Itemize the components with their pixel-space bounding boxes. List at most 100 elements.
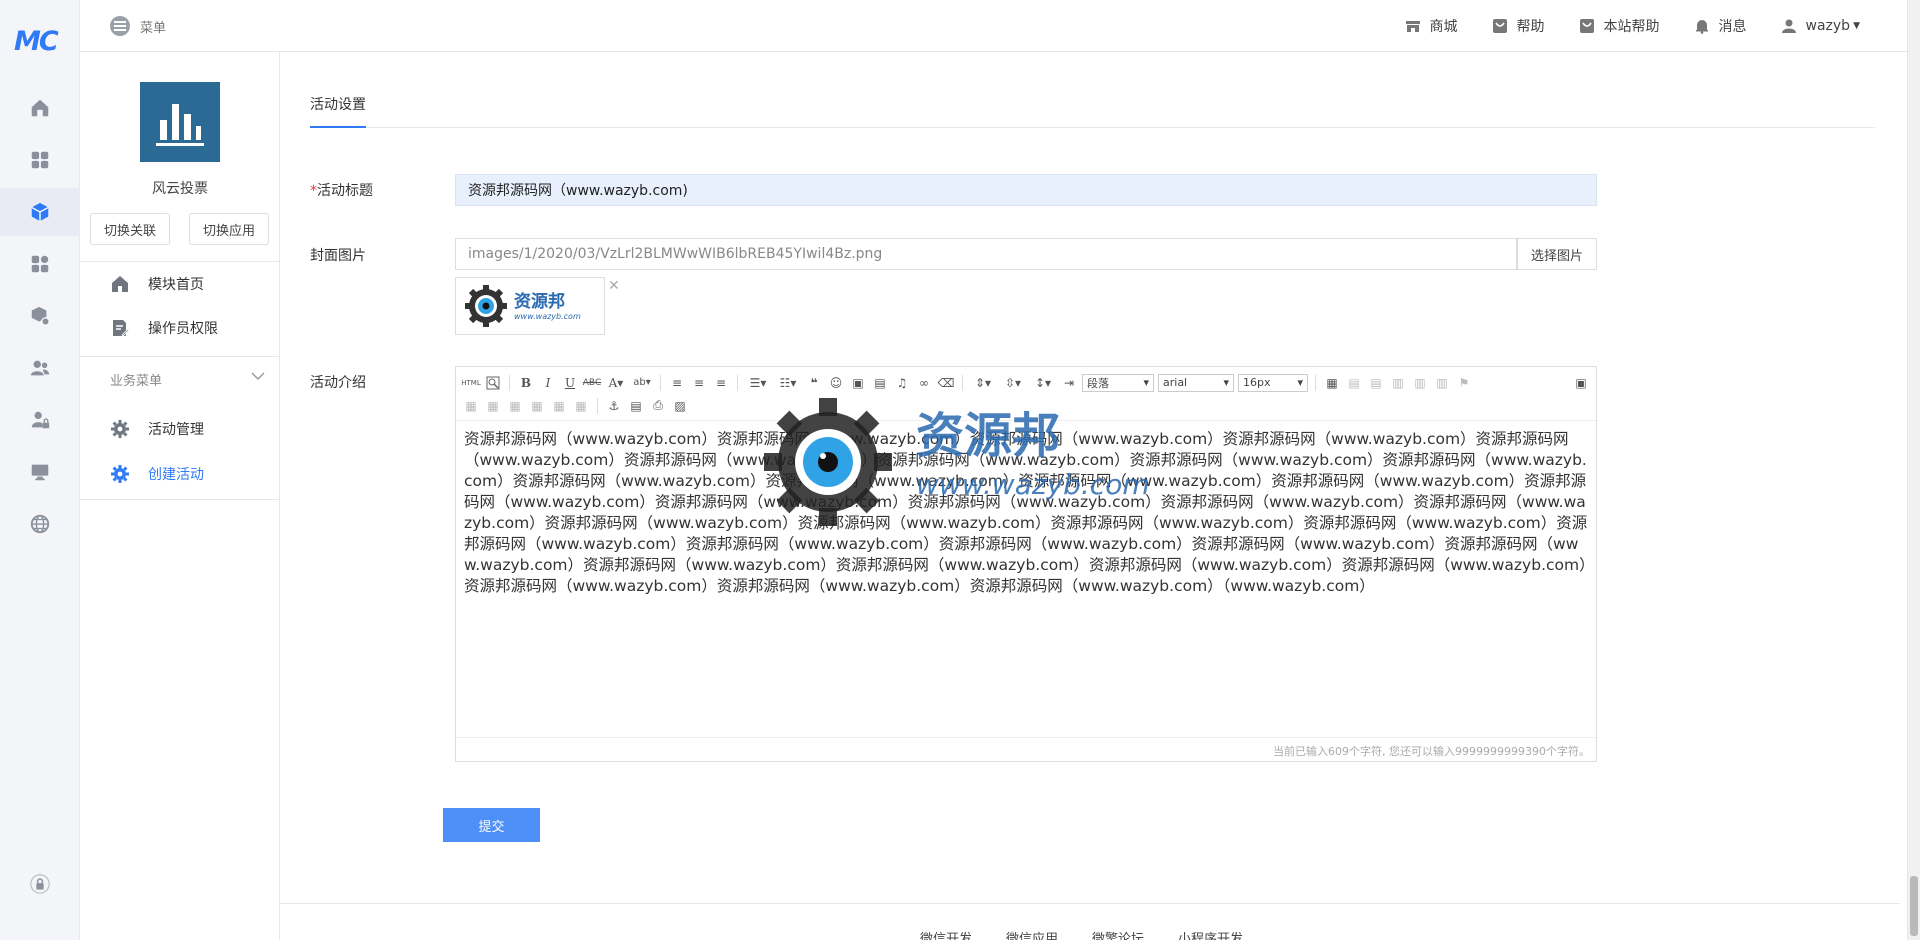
activity-title-input[interactable]: 资源邦源码网（www.wazyb.com) xyxy=(455,174,1597,206)
source-html-icon[interactable]: HTML xyxy=(461,374,480,392)
module-sidebar: 风云投票 切换关联 切换应用 模块首页 操作员权限 业务菜单 活动管理 创建活动 xyxy=(80,52,280,940)
rail-plugin-icon[interactable] xyxy=(0,240,80,288)
split-cells-icon[interactable]: ▦ xyxy=(528,397,546,415)
rich-text-editor[interactable]: HTML B I U ABC A▾ ab▾ ≡ ≡ ≡ ☰▾ ☷▾ ❝ ☺ ▣ … xyxy=(455,366,1597,762)
emoji-icon[interactable]: ☺ xyxy=(827,374,845,392)
split-rows-icon[interactable]: ▦ xyxy=(550,397,568,415)
page-scrollbar[interactable] xyxy=(1907,0,1920,940)
merge-right-icon[interactable]: ▦ xyxy=(484,397,502,415)
rail-users-icon[interactable] xyxy=(0,344,80,392)
menu-toggle[interactable]: 菜单 xyxy=(110,16,166,36)
rail-package-icon[interactable] xyxy=(0,292,80,340)
indent-icon[interactable]: ⇥ xyxy=(1060,374,1078,392)
cover-thumbnail[interactable]: 资源邦 www.wazyb.com xyxy=(455,277,605,335)
submit-button[interactable]: 提交 xyxy=(443,808,540,842)
insert-row-below-icon[interactable]: ▤ xyxy=(1367,374,1385,392)
tab-bar: 活动设置 xyxy=(310,90,1875,128)
cover-label: 封面图片 xyxy=(310,248,366,264)
italic-icon[interactable]: I xyxy=(539,374,557,392)
rail-user-lock-icon[interactable] xyxy=(0,396,80,444)
merge-cells-icon[interactable]: ▦ xyxy=(462,397,480,415)
cover-image-path-input[interactable]: images/1/2020/03/VzLrl2BLMWwWIB6lbREB45Y… xyxy=(455,238,1517,270)
thumb-brand-text: 资源邦 xyxy=(514,291,565,312)
sidebar-item-operator-permissions[interactable]: 操作员权限 xyxy=(80,306,280,350)
footer-link-miniprogram[interactable]: 小程序开发 xyxy=(1178,928,1243,940)
caret-down-icon: ▾ xyxy=(1143,376,1149,389)
page-break-icon[interactable]: ▤ xyxy=(627,397,645,415)
merge-icon[interactable]: ⚑ xyxy=(1455,374,1473,392)
help-link[interactable]: 帮助 xyxy=(1492,16,1545,36)
messages-link[interactable]: 消息 xyxy=(1694,16,1747,36)
editor-content[interactable]: 资源邦源码网（www.wazyb.com）资源邦源码网（www.wazyb.co… xyxy=(456,421,1596,737)
table-icon[interactable]: ▦ xyxy=(1323,374,1341,392)
gear-icon xyxy=(111,420,129,438)
toolbar-divider xyxy=(1315,374,1316,391)
video-icon[interactable]: ▤ xyxy=(871,374,889,392)
business-menu-header[interactable]: 业务菜单 xyxy=(110,370,265,389)
rail-apps-icon[interactable] xyxy=(0,136,80,184)
caret-down-icon: ▼ xyxy=(1853,21,1860,31)
preview-icon[interactable] xyxy=(484,374,502,392)
delete-col-icon[interactable]: ▥ xyxy=(1433,374,1451,392)
image-icon[interactable]: ▣ xyxy=(849,374,867,392)
footer-link-forum[interactable]: 微擎论坛 xyxy=(1092,928,1144,940)
underline-icon[interactable]: U xyxy=(561,374,579,392)
align-center-icon[interactable]: ≡ xyxy=(690,374,708,392)
ordered-list-icon[interactable]: ☰▾ xyxy=(745,374,771,392)
tab-activity-settings[interactable]: 活动设置 xyxy=(310,90,366,128)
print-icon[interactable]: ⎙ xyxy=(649,397,667,415)
merge-down-icon[interactable]: ▦ xyxy=(506,397,524,415)
paragraph-format-select[interactable]: 段落 ▾ xyxy=(1082,373,1154,392)
divider xyxy=(80,499,280,500)
sidebar-item-activity-management[interactable]: 活动管理 xyxy=(80,407,280,451)
delete-row-icon[interactable]: ▥ xyxy=(1389,374,1407,392)
site-help-link[interactable]: 本站帮助 xyxy=(1579,16,1660,36)
paste-icon[interactable]: ▨ xyxy=(671,397,689,415)
strikethrough-icon[interactable]: ABC xyxy=(583,374,601,392)
user-menu[interactable]: wazyb ▼ xyxy=(1781,16,1860,36)
brand-logo[interactable]: MC xyxy=(14,26,64,57)
anchor-icon[interactable]: ⚓ xyxy=(605,397,623,415)
footer-divider xyxy=(280,903,1900,904)
caret-down-icon: ▾ xyxy=(1297,376,1303,389)
rail-globe-icon[interactable] xyxy=(0,500,80,548)
switch-app-button[interactable]: 切换应用 xyxy=(189,213,269,245)
rail-home-icon[interactable] xyxy=(0,84,80,132)
line-height-icon[interactable]: ⇕▾ xyxy=(970,374,996,392)
shop-link[interactable]: 商城 xyxy=(1405,16,1458,36)
fullscreen-icon[interactable]: ▣ xyxy=(1572,374,1590,392)
align-left-icon[interactable]: ≡ xyxy=(668,374,686,392)
user-icon xyxy=(1781,19,1796,33)
blockquote-icon[interactable]: ❝ xyxy=(805,374,823,392)
highlight-icon[interactable]: ab▾ xyxy=(631,374,653,392)
rail-module-icon[interactable] xyxy=(0,188,80,236)
switch-link-button[interactable]: 切换关联 xyxy=(90,213,170,245)
bold-icon[interactable]: B xyxy=(517,374,535,392)
rail-monitor-icon[interactable] xyxy=(0,448,80,496)
link-icon[interactable]: ∞ xyxy=(915,374,933,392)
insert-col-icon[interactable]: ▥ xyxy=(1411,374,1429,392)
eraser-icon[interactable]: ⌫ xyxy=(937,374,955,392)
icon-rail: MC xyxy=(0,0,80,940)
site-help-icon xyxy=(1579,19,1594,33)
footer-link-wechat-apps[interactable]: 微信应用 xyxy=(1006,928,1058,940)
music-icon[interactable]: ♫ xyxy=(893,374,911,392)
row-spacing-icon[interactable]: ↕▾ xyxy=(1030,374,1056,392)
unordered-list-icon[interactable]: ☷▾ xyxy=(775,374,801,392)
footer-links: 微信开发 微信应用 微擎论坛 小程序开发 xyxy=(920,928,1243,940)
sidebar-item-create-activity[interactable]: 创建活动 xyxy=(80,452,280,496)
insert-row-above-icon[interactable]: ▤ xyxy=(1345,374,1363,392)
footer-link-wechat-dev[interactable]: 微信开发 xyxy=(920,928,972,940)
split-cols-icon[interactable]: ▦ xyxy=(572,397,590,415)
remove-image-icon[interactable]: ✕ xyxy=(608,278,620,294)
font-family-select[interactable]: arial ▾ xyxy=(1158,373,1234,392)
sidebar-item-module-home[interactable]: 模块首页 xyxy=(80,262,280,306)
font-color-icon[interactable]: A▾ xyxy=(605,374,627,392)
paragraph-spacing-icon[interactable]: ⇳▾ xyxy=(1000,374,1026,392)
document-edit-icon xyxy=(113,320,130,337)
select-image-button[interactable]: 选择图片 xyxy=(1517,238,1597,270)
font-size-select[interactable]: 16px ▾ xyxy=(1238,373,1308,392)
scrollbar-thumb[interactable] xyxy=(1910,876,1918,936)
rail-lock-icon[interactable] xyxy=(0,860,80,908)
align-right-icon[interactable]: ≡ xyxy=(712,374,730,392)
